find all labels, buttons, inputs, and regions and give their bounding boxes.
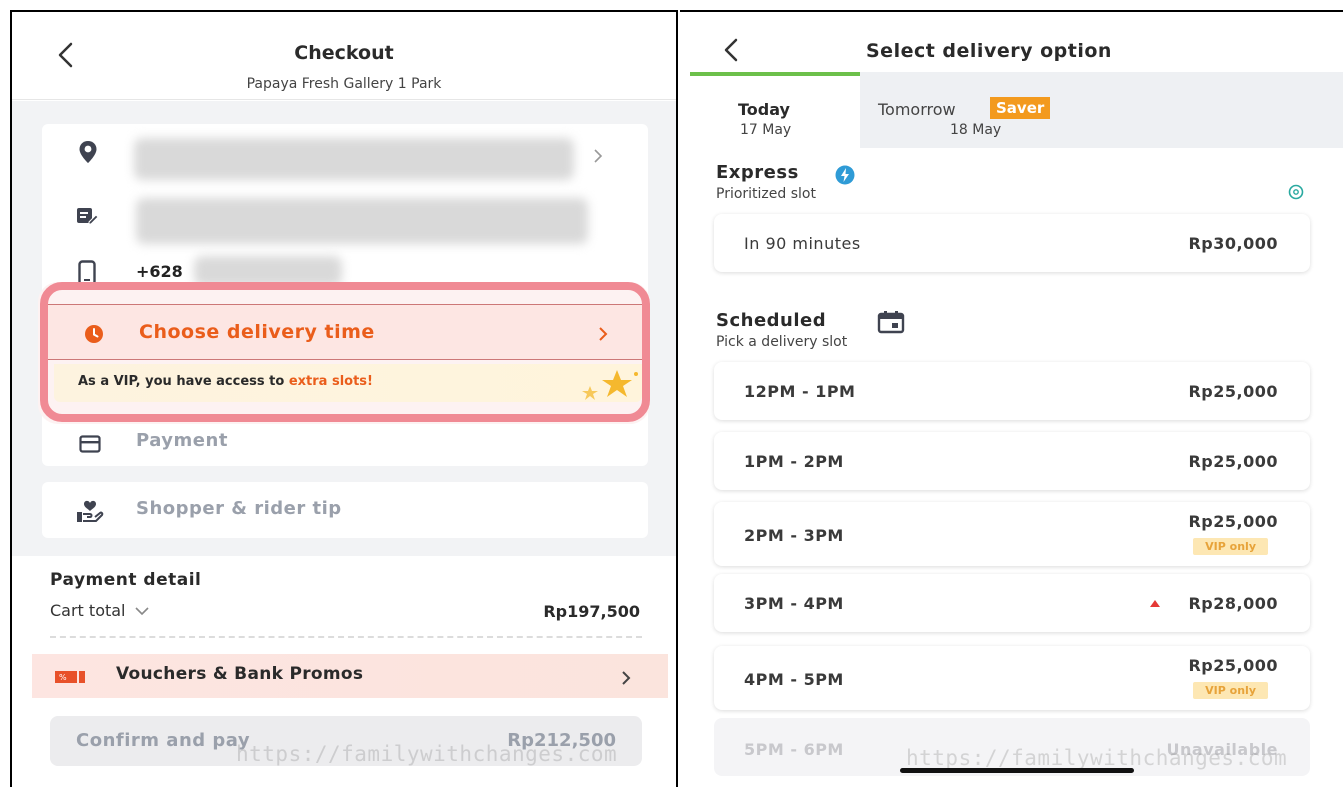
slot-time: 4PM - 5PM <box>744 670 844 689</box>
notes-row[interactable] <box>42 188 648 246</box>
store-name: Papaya Fresh Gallery 1 Park <box>246 76 442 92</box>
slot-time: 12PM - 1PM <box>744 382 856 401</box>
cart-total-label: Cart total <box>50 601 126 620</box>
tab-today-label: Today <box>738 100 790 119</box>
vouchers-label: Vouchers & Bank Promos <box>116 664 364 684</box>
slot-price: Rp30,000 <box>1188 234 1278 253</box>
delivery-option-screen: Select delivery option Today 17 May Tomo… <box>680 10 1343 787</box>
chevron-down-icon <box>135 607 149 616</box>
express-heading: Express <box>716 162 799 183</box>
slot-card[interactable]: 4PM - 5PM Rp25,000 VIP only <box>714 646 1310 710</box>
chevron-right-icon <box>590 146 606 166</box>
express-subtitle: Prioritized slot <box>716 186 816 202</box>
slot-price: Rp25,000 <box>1188 382 1278 401</box>
vip-only-badge: VIP only <box>1193 682 1268 699</box>
tab-today[interactable]: Today 17 May <box>690 72 860 150</box>
price-up-icon <box>1150 600 1160 607</box>
slot-time: 2PM - 3PM <box>744 526 844 545</box>
phone-prefix: +628 <box>136 262 183 281</box>
slot-time: In 90 minutes <box>744 234 861 253</box>
payment-row[interactable]: Payment <box>42 424 648 466</box>
calendar-icon <box>876 310 906 334</box>
hand-heart-icon <box>76 498 104 524</box>
slot-time: 3PM - 4PM <box>744 594 844 613</box>
chevron-left-icon <box>724 38 738 62</box>
checkout-screen: Checkout Papaya Fresh Gallery 1 Park +62… <box>10 10 678 787</box>
back-button[interactable] <box>720 36 742 64</box>
saver-badge: Saver <box>990 97 1051 119</box>
location-pin-icon <box>76 138 100 166</box>
voucher-icon: % <box>54 668 88 686</box>
vouchers-row[interactable]: % Vouchers & Bank Promos <box>32 654 668 698</box>
slot-time: 5PM - 6PM <box>744 740 844 759</box>
home-indicator <box>900 768 1134 773</box>
tip-label: Shopper & rider tip <box>136 498 342 519</box>
confirm-label: Confirm and pay <box>76 730 251 751</box>
slot-card[interactable]: 1PM - 2PM Rp25,000 <box>714 432 1310 490</box>
slot-price: Rp28,000 <box>1188 594 1278 613</box>
svg-text:%: % <box>59 673 67 682</box>
vip-only-badge: VIP only <box>1193 538 1268 555</box>
slot-card[interactable]: 2PM - 3PM Rp25,000 VIP only <box>714 502 1310 566</box>
watermark: https://familywithchanges.com <box>236 742 618 766</box>
cart-total-value: Rp197,500 <box>543 602 640 621</box>
page-title: Select delivery option <box>866 40 1112 62</box>
note-edit-icon <box>74 204 100 228</box>
payment-label: Payment <box>136 430 228 451</box>
slot-price: Rp25,000 <box>1188 512 1278 531</box>
slot-price: Rp25,000 <box>1188 656 1278 675</box>
help-icon[interactable] <box>1286 182 1306 202</box>
address-row[interactable] <box>42 124 648 184</box>
tab-today-date: 17 May <box>740 122 792 138</box>
cart-total-toggle[interactable]: Cart total <box>50 601 190 625</box>
slot-card[interactable]: 12PM - 1PM Rp25,000 <box>714 362 1310 420</box>
chevron-right-icon <box>618 668 634 688</box>
notes-redacted <box>136 198 588 244</box>
address-redacted <box>134 138 574 180</box>
scheduled-heading: Scheduled <box>716 310 827 331</box>
credit-card-icon <box>78 434 102 454</box>
checkout-header: Checkout Papaya Fresh Gallery 1 Park <box>12 12 676 100</box>
scheduled-subtitle: Pick a delivery slot <box>716 334 848 350</box>
slot-card[interactable]: 3PM - 4PM Rp28,000 <box>714 574 1310 632</box>
slot-time: 1PM - 2PM <box>744 452 844 471</box>
delivery-header: Select delivery option <box>690 12 1343 72</box>
divider <box>50 636 642 638</box>
slot-price: Rp25,000 <box>1188 452 1278 471</box>
tip-row[interactable]: Shopper & rider tip <box>42 482 648 538</box>
express-slot[interactable]: In 90 minutes Rp30,000 <box>714 214 1310 272</box>
payment-detail-heading: Payment detail <box>50 570 202 590</box>
watermark: https://familywithchanges.com <box>906 746 1288 770</box>
vip-highlight-annotation <box>40 282 650 422</box>
tab-tomorrow[interactable]: Tomorrow Saver 18 May <box>860 72 1120 148</box>
page-title: Checkout <box>294 42 394 64</box>
lightning-icon <box>834 164 856 186</box>
tab-tomorrow-date: 18 May <box>950 122 1002 138</box>
tab-tomorrow-label: Tomorrow <box>878 100 956 119</box>
